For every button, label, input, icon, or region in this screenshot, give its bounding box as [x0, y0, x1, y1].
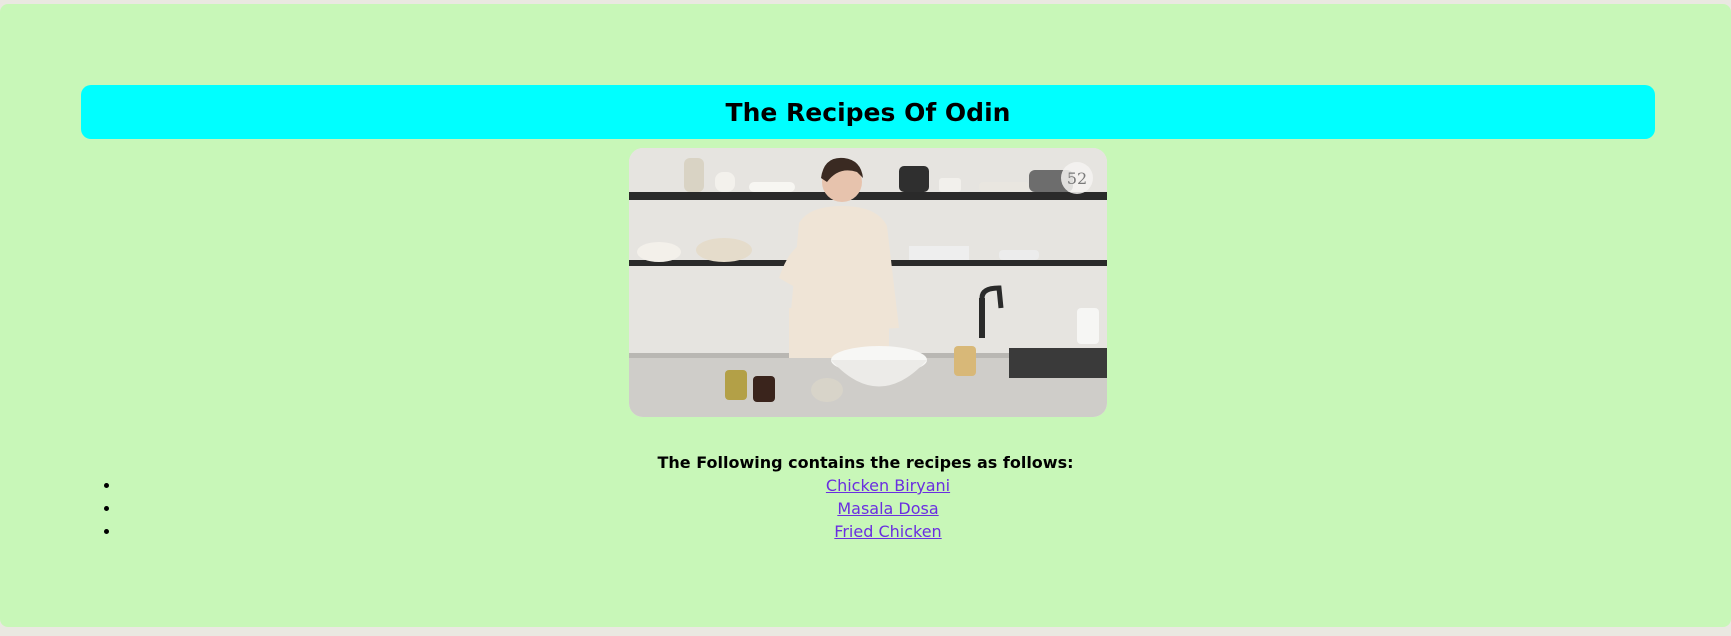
kitchen-photo-icon: 52	[629, 148, 1107, 417]
recipe-link-chicken-biryani[interactable]: Chicken Biryani	[826, 476, 950, 495]
title-banner: The Recipes Of Odin	[81, 85, 1655, 139]
list-item: Chicken Biryani	[121, 474, 1655, 497]
recipe-link-fried-chicken[interactable]: Fried Chicken	[834, 522, 941, 541]
svg-text:52: 52	[1067, 169, 1087, 188]
page-container: The Recipes Of Odin 52 The Following con…	[0, 4, 1731, 627]
recipe-list: Chicken Biryani Masala Dosa Fried Chicke…	[81, 474, 1655, 543]
page-title: The Recipes Of Odin	[725, 97, 1011, 127]
hero-image: 52	[629, 148, 1107, 417]
recipe-link-masala-dosa[interactable]: Masala Dosa	[837, 499, 938, 518]
intro-text: The Following contains the recipes as fo…	[657, 453, 1074, 472]
list-item: Fried Chicken	[121, 520, 1655, 543]
list-item: Masala Dosa	[121, 497, 1655, 520]
